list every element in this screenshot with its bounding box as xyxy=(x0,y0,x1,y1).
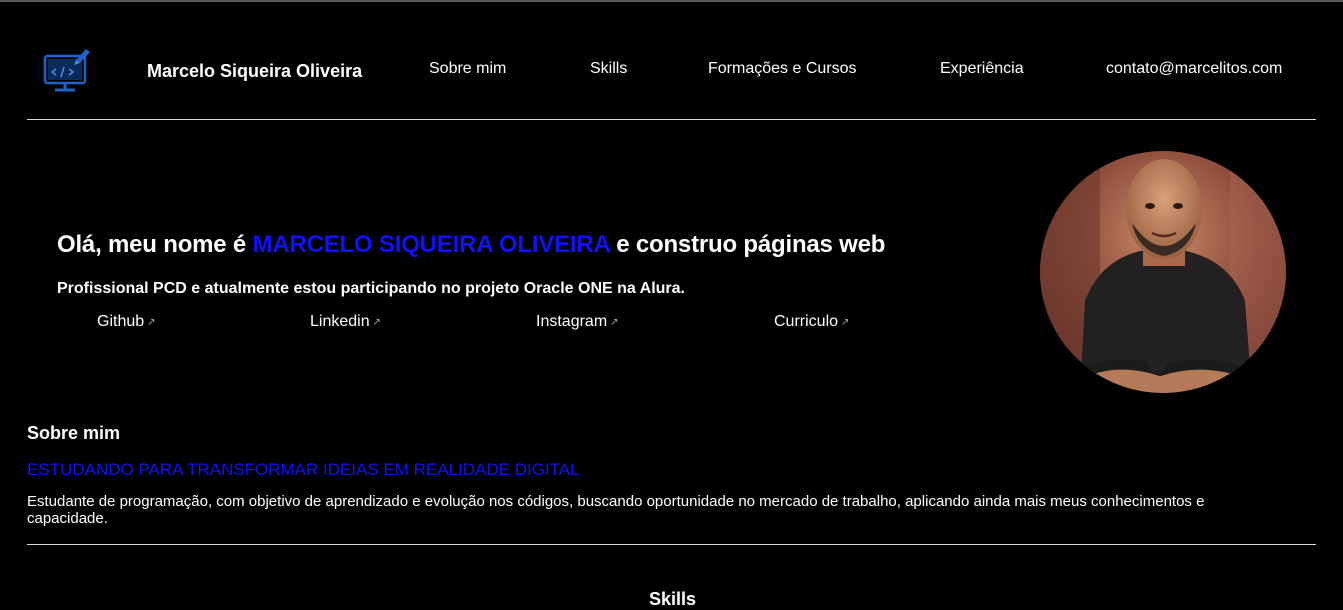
nav-link-sobre-mim[interactable]: Sobre mim xyxy=(429,60,506,78)
computer-code-icon[interactable] xyxy=(42,44,94,96)
nav-link-email[interactable]: contato@marcelitos.com xyxy=(1106,60,1282,78)
external-link-icon: ↗ xyxy=(841,317,850,328)
hero-heading-suffix: e construo páginas web xyxy=(616,231,886,258)
hero-heading-name: MARCELO SIQUEIRA OLIVEIRA xyxy=(252,231,610,258)
profile-photo xyxy=(1040,151,1286,393)
nav-link-skills[interactable]: Skills xyxy=(590,60,627,78)
header-divider xyxy=(27,119,1316,120)
github-link-label: Github xyxy=(97,313,145,330)
external-link-icon: ↗ xyxy=(147,317,156,328)
window-top-border xyxy=(0,0,1343,2)
external-link-icon: ↗ xyxy=(610,317,619,328)
nav-link-experiencia[interactable]: Experiência xyxy=(940,60,1024,78)
curriculo-link[interactable]: Curriculo ↗ xyxy=(774,313,849,331)
instagram-link-label: Instagram xyxy=(536,313,608,330)
skills-section-title: Skills xyxy=(649,589,697,609)
about-section-text: Estudante de programação, com objetivo d… xyxy=(27,493,1205,527)
linkedin-link[interactable]: Linkedin ↗ xyxy=(310,313,381,331)
about-divider xyxy=(27,544,1316,545)
github-link[interactable]: Github ↗ xyxy=(97,313,156,331)
about-section-subtitle: ESTUDANDO PARA TRANSFORMAR IDEIAS EM REA… xyxy=(27,460,580,479)
linkedin-link-label: Linkedin xyxy=(310,313,370,330)
hero-heading: Olá, meu nome é MARCELO SIQUEIRA OLIVEIR… xyxy=(57,231,885,259)
external-link-icon: ↗ xyxy=(372,317,381,328)
curriculo-link-label: Curriculo xyxy=(774,313,839,330)
hero-subtitle: Profissional PCD e atualmente estou part… xyxy=(57,280,685,297)
site-owner-name: Marcelo Siqueira Oliveira xyxy=(147,61,363,81)
nav-link-formacoes[interactable]: Formações e Cursos xyxy=(708,60,857,78)
instagram-link[interactable]: Instagram ↗ xyxy=(536,313,619,331)
about-section-title: Sobre mim xyxy=(27,423,121,443)
hero-heading-prefix: Olá, meu nome é xyxy=(57,231,247,258)
